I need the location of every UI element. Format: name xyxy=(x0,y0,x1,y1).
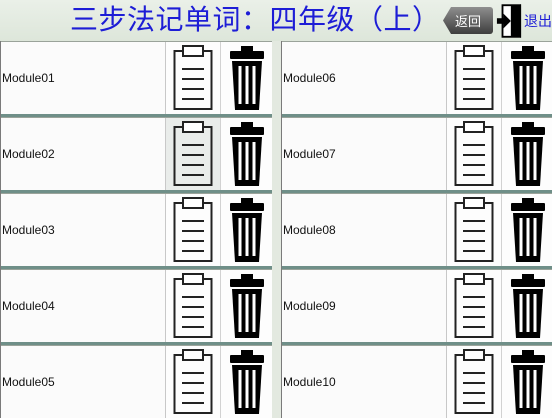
module-name: Module10 xyxy=(282,346,447,418)
list-item[interactable]: Module07 xyxy=(282,117,552,193)
delete-button[interactable] xyxy=(221,346,272,418)
clipboard-icon xyxy=(454,349,494,415)
trash-icon xyxy=(510,349,546,415)
module-list-right: Module06 Module07 Module08 Module09 Modu… xyxy=(281,41,552,418)
clipboard-icon xyxy=(454,273,494,339)
module-name: Module08 xyxy=(282,194,447,266)
module-name: Module07 xyxy=(282,118,447,190)
trash-icon xyxy=(510,121,546,187)
clipboard-icon xyxy=(454,121,494,187)
delete-button[interactable] xyxy=(502,270,552,342)
module-list-left: Module01 Module02 Module03 Module04 Modu… xyxy=(0,41,272,418)
trash-icon xyxy=(229,197,265,263)
list-item[interactable]: Module01 xyxy=(1,41,272,117)
page-title: 三步法记单词：四年级（上） xyxy=(70,3,441,36)
back-button-label: 返回 xyxy=(454,15,481,30)
module-name: Module06 xyxy=(282,42,447,114)
list-item[interactable]: Module04 xyxy=(1,269,272,345)
clipboard-icon xyxy=(454,45,494,111)
list-item[interactable]: Module05 xyxy=(1,345,272,418)
delete-button[interactable] xyxy=(221,118,272,190)
module-name: Module05 xyxy=(1,346,166,418)
edit-button[interactable] xyxy=(447,42,502,114)
exit-button[interactable]: 退出 xyxy=(496,3,552,39)
list-item[interactable]: Module10 xyxy=(282,345,552,418)
trash-icon xyxy=(510,197,546,263)
back-button[interactable]: 返回 xyxy=(443,7,493,34)
module-name: Module01 xyxy=(1,42,166,114)
delete-button[interactable] xyxy=(502,118,552,190)
delete-button[interactable] xyxy=(502,42,552,114)
edit-button[interactable] xyxy=(166,194,221,266)
edit-button[interactable] xyxy=(447,194,502,266)
module-name: Module09 xyxy=(282,270,447,342)
exit-button-label: 退出 xyxy=(524,14,552,30)
trash-icon xyxy=(229,349,265,415)
trash-icon xyxy=(229,121,265,187)
trash-icon xyxy=(510,45,546,111)
list-item[interactable]: Module02 xyxy=(1,117,272,193)
clipboard-icon xyxy=(173,349,213,415)
clipboard-icon xyxy=(173,273,213,339)
list-item[interactable]: Module06 xyxy=(282,41,552,117)
edit-button[interactable] xyxy=(166,270,221,342)
trash-icon xyxy=(510,273,546,339)
clipboard-icon xyxy=(173,121,213,187)
trash-icon xyxy=(229,273,265,339)
edit-button[interactable] xyxy=(447,346,502,418)
clipboard-icon xyxy=(173,45,213,111)
module-name: Module03 xyxy=(1,194,166,266)
module-name: Module04 xyxy=(1,270,166,342)
delete-button[interactable] xyxy=(221,270,272,342)
delete-button[interactable] xyxy=(502,194,552,266)
edit-button[interactable] xyxy=(166,346,221,418)
delete-button[interactable] xyxy=(221,42,272,114)
edit-button[interactable] xyxy=(447,118,502,190)
exit-door-icon xyxy=(496,4,522,38)
delete-button[interactable] xyxy=(502,346,552,418)
clipboard-icon xyxy=(454,197,494,263)
edit-button[interactable] xyxy=(166,118,221,190)
edit-button[interactable] xyxy=(166,42,221,114)
clipboard-icon xyxy=(173,197,213,263)
module-name: Module02 xyxy=(1,118,166,190)
trash-icon xyxy=(229,45,265,111)
delete-button[interactable] xyxy=(221,194,272,266)
list-item[interactable]: Module03 xyxy=(1,193,272,269)
header-bar: 三步法记单词：四年级（上） 返回 退出 xyxy=(0,0,552,41)
edit-button[interactable] xyxy=(447,270,502,342)
list-item[interactable]: Module09 xyxy=(282,269,552,345)
list-item[interactable]: Module08 xyxy=(282,193,552,269)
